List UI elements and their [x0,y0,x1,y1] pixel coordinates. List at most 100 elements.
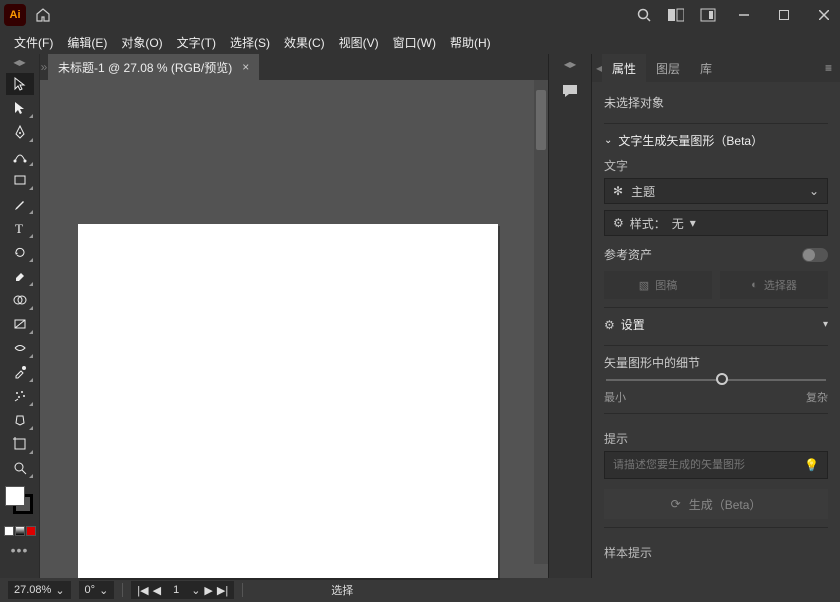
subject-dropdown[interactable]: ✻ 主题 ⌄ [604,178,828,204]
sparkle-icon: ✻ [613,184,623,198]
zoom-level[interactable]: 27.08%⌄ [8,581,71,599]
reference-assets-label: 参考资产 [604,246,652,263]
home-icon[interactable] [34,6,52,24]
menu-window[interactable]: 窗口(W) [387,32,442,53]
chevron-down-icon: ▾ [690,216,696,230]
statusbar: 27.08%⌄ 0°⌄ |◀ ◀ 1 ⌄ ▶ ▶| 选择 [0,578,840,602]
tool-curvature[interactable] [6,145,34,167]
arrange-icon[interactable] [668,8,684,22]
artboard-nav[interactable]: |◀ ◀ 1 ⌄ ▶ ▶| [131,581,234,599]
menu-edit[interactable]: 编辑(E) [61,32,113,53]
tool-shape-builder[interactable] [6,289,34,311]
gear-icon: ⚙ [613,216,624,230]
tools-panel: ◀▶ T ••• [0,54,40,578]
style-row[interactable]: ⚙ 样式： 无 ▾ [604,210,828,236]
reference-image-button[interactable]: ▧ 图稿 [604,271,712,299]
comments-icon[interactable] [556,77,584,105]
tool-rectangle[interactable] [6,169,34,191]
tool-symbol-sprayer[interactable] [6,385,34,407]
workspace-icon[interactable] [700,8,716,22]
maximize-button[interactable] [772,3,796,27]
tools-expand[interactable]: ◀▶ [0,58,39,68]
document-area: » 未标题-1 @ 27.08 % (RGB/预览) × [40,54,548,578]
tool-paintbrush[interactable] [6,193,34,215]
slider-thumb[interactable] [716,373,728,385]
section-text-to-vector[interactable]: ⌄ 文字生成矢量图形（Beta） [604,132,828,149]
detail-label: 矢量图形中的细节 [604,354,828,371]
generate-button[interactable]: ⟳ 生成（Beta） [604,489,828,519]
properties-panel: ◀◀ 属性 图层 库 ≡ 未选择对象 ⌄ 文字生成矢量图形（Beta） 文字 ✻… [592,54,840,578]
tab-libraries[interactable]: 库 [690,54,722,82]
tool-width[interactable] [6,337,34,359]
chevron-down-icon: ⌄ [604,135,612,146]
tab-layers[interactable]: 图层 [646,54,690,82]
color-mode-icons[interactable] [4,526,36,536]
section-settings[interactable]: ⚙ 设置 ▾ [604,316,828,333]
minimize-button[interactable] [732,3,756,27]
generate-icon: ⟳ [671,497,681,511]
app-logo: Ai [4,4,26,26]
menu-effect[interactable]: 效果(C) [278,32,331,53]
tool-pen[interactable] [6,121,34,143]
tabbar-expand[interactable]: » [40,54,48,80]
prompt-label: 提示 [604,430,828,447]
style-value: 无 [672,215,684,232]
tool-eyedropper[interactable] [6,361,34,383]
picker-icon: ◐ [751,279,758,291]
tool-gradient[interactable] [6,313,34,335]
svg-text:T: T [15,221,23,235]
current-tool-label: 选择 [331,582,353,598]
mid-expand[interactable]: ◀▶ [564,60,576,69]
document-tabs: » 未标题-1 @ 27.08 % (RGB/预览) × [40,54,548,80]
reference-picker-button[interactable]: ◐ 选择器 [720,271,828,299]
menu-type[interactable]: 文字(T) [171,32,222,53]
vertical-scrollbar[interactable] [534,80,548,564]
menu-help[interactable]: 帮助(H) [444,32,497,53]
rotate-view[interactable]: 0°⌄ [79,581,115,599]
lightbulb-icon[interactable]: 💡 [804,458,819,472]
menu-file[interactable]: 文件(F) [8,32,59,53]
menu-object[interactable]: 对象(O) [115,32,168,53]
tool-type[interactable]: T [6,217,34,239]
canvas[interactable] [40,80,548,578]
detail-slider[interactable] [606,379,826,381]
tool-artboard[interactable] [6,433,34,455]
menu-view[interactable]: 视图(V) [333,32,385,53]
panel-tabs: ◀◀ 属性 图层 库 ≡ [592,54,840,82]
menu-select[interactable]: 选择(S) [224,32,276,53]
chevron-down-icon: ▾ [823,319,828,330]
tool-eraser[interactable] [6,265,34,287]
fill-stroke-swatch[interactable] [5,486,35,516]
next-icon[interactable]: ▶ [204,584,212,597]
no-selection-label: 未选择对象 [604,94,828,111]
settings-title: 设置 [621,316,645,333]
prompt-field[interactable]: 💡 [604,451,828,479]
document-tab[interactable]: 未标题-1 @ 27.08 % (RGB/预览) × [48,54,259,80]
document-tab-title: 未标题-1 @ 27.08 % (RGB/预览) [58,59,232,76]
tool-rotate[interactable] [6,241,34,263]
prompt-input[interactable] [613,459,798,471]
last-icon[interactable]: ▶| [217,584,228,597]
fill-swatch[interactable] [5,486,25,506]
text-label: 文字 [604,157,828,174]
search-icon[interactable] [636,7,652,23]
gear-icon: ⚙ [604,318,615,332]
image-icon: ▧ [639,279,649,292]
panel-menu-icon[interactable]: ≡ [817,61,840,75]
close-button[interactable] [812,3,836,27]
first-icon[interactable]: |◀ [137,584,148,597]
tools-more[interactable]: ••• [11,542,29,558]
tab-properties[interactable]: 属性 [602,54,646,82]
tool-direct-selection[interactable] [6,97,34,119]
reference-toggle[interactable] [802,248,828,262]
titlebar: Ai [0,0,840,30]
tool-live-paint[interactable] [6,409,34,431]
subject-value: 主题 [631,183,655,200]
artboard[interactable] [78,224,498,578]
tool-zoom[interactable] [6,457,34,479]
slider-min-label: 最小 [604,389,626,405]
close-tab-icon[interactable]: × [242,60,249,74]
section-title: 文字生成矢量图形（Beta） [618,132,763,149]
tool-selection[interactable] [6,73,34,95]
prev-icon[interactable]: ◀ [153,584,161,597]
